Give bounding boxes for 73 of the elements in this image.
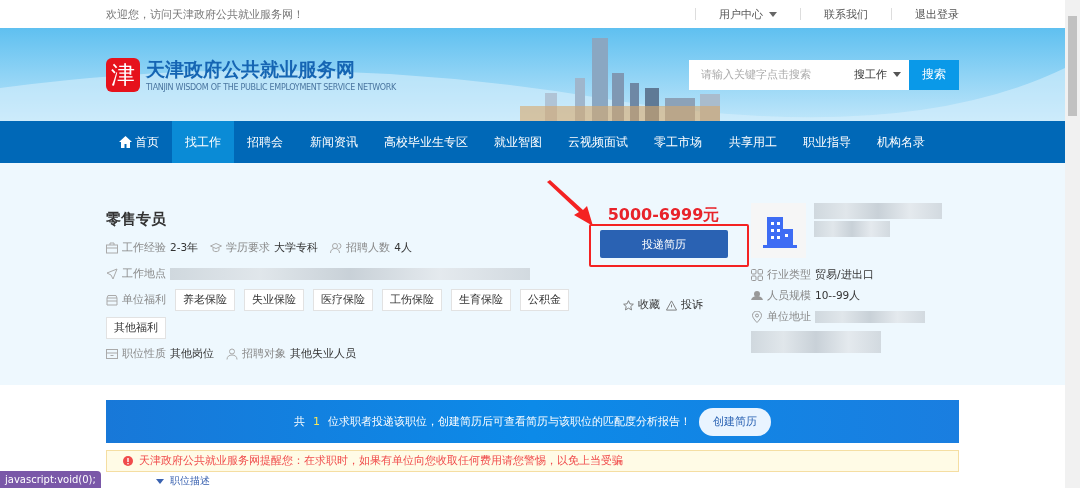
nav-tab[interactable]: 共享用工 — [715, 121, 790, 163]
status-url: javascript:void(0); — [0, 471, 101, 488]
promo-text: 共 1 位求职者投递该职位，创建简历后可查看简历与该职位的匹配度分析报告！ — [294, 414, 691, 429]
top-link[interactable]: 退出登录 — [892, 6, 959, 22]
fact-label: 单位地址 — [767, 309, 811, 324]
grid-icon — [751, 268, 763, 281]
job-title: 零售专员 — [106, 210, 167, 229]
salary-text: 5000-6999元 — [607, 205, 720, 226]
nav-tab[interactable]: 招聘会 — [234, 121, 297, 163]
fact-value: 大学专科 — [274, 241, 319, 255]
fact-label: 工作经验 — [122, 241, 166, 255]
person-icon — [226, 348, 238, 360]
box-icon — [106, 348, 118, 360]
welfare-tag: 工伤保险 — [382, 289, 442, 311]
caret-icon — [156, 478, 164, 484]
nav-tab[interactable]: 云视频面试 — [555, 121, 642, 163]
logo-mark: 津 — [106, 57, 140, 92]
scrollbar[interactable] — [1065, 0, 1080, 488]
people-icon — [751, 289, 763, 302]
search-type-dropdown[interactable]: 搜工作 — [854, 67, 901, 82]
site-name-english: TIANJIN WISDOM OF THE PUBLIC EMPLOYMENT SERVICE NETWORK — [146, 83, 397, 92]
fact-value: 10--99人 — [815, 288, 861, 303]
fact-label: 单位福利 — [122, 293, 166, 307]
fact-value: 2-3年 — [170, 241, 199, 255]
warning-icon — [665, 299, 677, 311]
section-title: 职位描述 — [170, 475, 210, 487]
fact-value: 4人 — [394, 241, 412, 255]
welfare-tag: 医疗保险 — [313, 289, 373, 311]
welfare-tag: 公积金 — [520, 289, 569, 311]
nav-tab[interactable]: 找工作 — [172, 121, 235, 163]
nav-tab[interactable]: 机构名录 — [863, 121, 939, 163]
star-icon — [622, 299, 634, 311]
action-link[interactable]: 收藏 — [637, 298, 660, 312]
fact-label: 学历要求 — [226, 241, 271, 255]
caret-icon — [769, 11, 777, 17]
people-icon — [330, 242, 343, 254]
create-resume-button[interactable]: 创建简历 — [699, 407, 771, 436]
fact-label: 招聘对象 — [242, 347, 286, 361]
apply-button[interactable]: 投递简历 — [599, 230, 728, 258]
fact-label: 职位性质 — [122, 347, 166, 361]
caret-icon — [893, 72, 901, 77]
nav-tab[interactable]: 零工市场 — [641, 121, 716, 163]
fact-value: 其他岗位 — [170, 347, 214, 361]
building-icon — [751, 203, 806, 258]
location-pin-icon — [751, 310, 763, 323]
nav-tab[interactable]: 就业智图 — [480, 121, 556, 163]
fact-label: 人员规模 — [767, 288, 811, 303]
search-button[interactable]: 搜索 — [909, 59, 959, 90]
nav-tab[interactable]: 高校毕业生专区 — [370, 121, 481, 163]
fact-value: 贸易/进出口 — [815, 267, 874, 282]
notice-text: 天津政府公共就业服务网提醒您：在求职时，如果有单位向您收取任何费用请您警惕，以免上当受骗 — [139, 454, 623, 468]
alert-icon — [123, 456, 133, 466]
action-link[interactable]: 投诉 — [680, 298, 703, 312]
top-link[interactable]: 用户中心 — [696, 6, 800, 22]
welfare-tag: 养老保险 — [175, 289, 235, 311]
fact-label: 行业类型 — [767, 267, 811, 282]
nav-tab[interactable]: 首页 — [106, 121, 173, 163]
welfare-tag: 生育保险 — [451, 289, 511, 311]
fact-label: 工作地点 — [122, 267, 166, 281]
nav-tab[interactable]: 职业指导 — [789, 121, 864, 163]
welfare-tag: 其他福利 — [106, 317, 166, 339]
home-icon — [119, 136, 133, 148]
graduation-cap-icon — [210, 242, 223, 254]
location-arrow-icon — [106, 268, 118, 280]
welcome-text: 欢迎您，访问天津政府公共就业服务网！ — [106, 6, 304, 22]
briefcase-icon — [106, 242, 118, 254]
fact-label: 招聘人数 — [346, 241, 391, 255]
site-name: 天津政府公共就业服务网 — [146, 57, 356, 82]
nav-tab[interactable]: 新闻资讯 — [296, 121, 371, 163]
top-link[interactable]: 联系我们 — [801, 6, 891, 22]
search-field[interactable]: 请输入关键字点击搜索 搜工作 — [689, 59, 909, 90]
fact-value: 其他失业人员 — [290, 347, 356, 361]
welfare-tag: 失业保险 — [244, 289, 304, 311]
